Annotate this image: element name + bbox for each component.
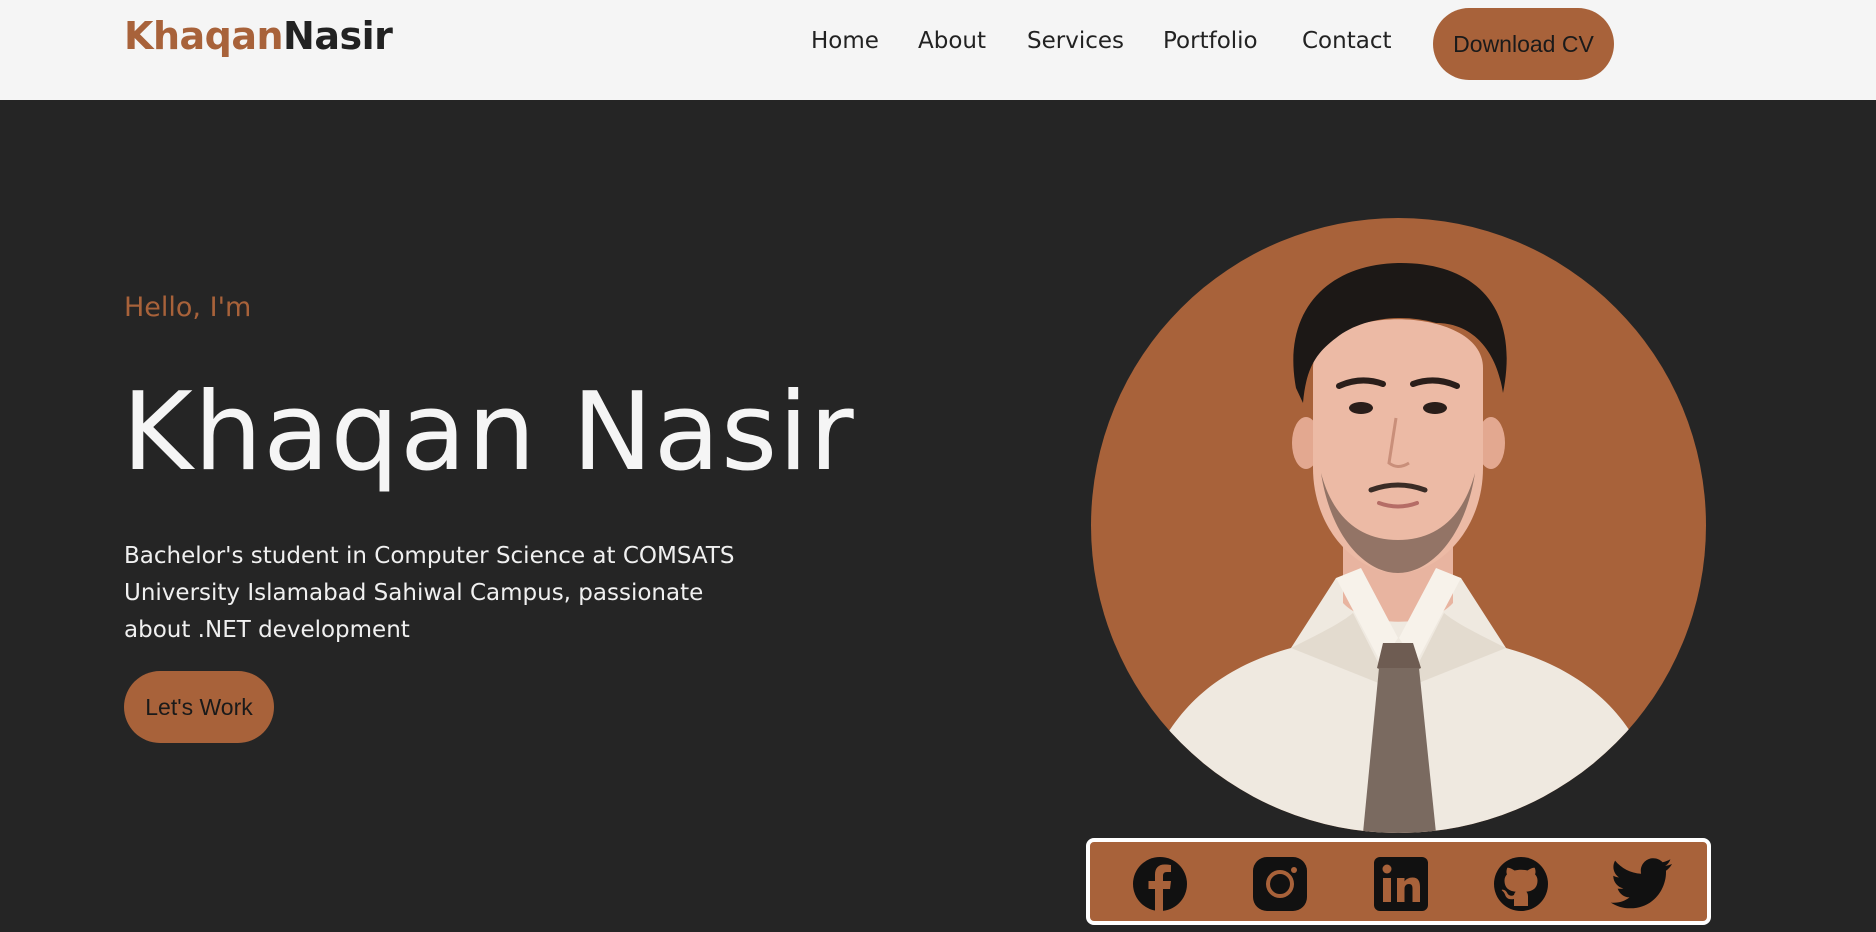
hero-description: Bachelor's student in Computer Science a… <box>124 543 735 643</box>
profile-illustration <box>1131 263 1666 833</box>
nav-home[interactable]: Home <box>811 28 879 54</box>
nav-services[interactable]: Services <box>1027 28 1124 54</box>
hero-name: Khaqan Nasir <box>122 370 855 495</box>
navbar: KhaqanNasir Home About Services Portfoli… <box>0 0 1876 100</box>
profile-photo <box>1091 218 1706 833</box>
lets-work-button[interactable]: Let's Work <box>124 671 274 743</box>
twitter-icon[interactable] <box>1610 856 1674 912</box>
logo[interactable]: KhaqanNasir <box>124 14 393 58</box>
social-bar <box>1086 838 1711 925</box>
nav-about[interactable]: About <box>918 28 986 54</box>
linkedin-icon[interactable] <box>1373 856 1429 912</box>
logo-part-1: Khaqan <box>124 14 284 58</box>
nav-contact[interactable]: Contact <box>1302 28 1391 54</box>
github-icon[interactable] <box>1493 856 1549 912</box>
nav-portfolio[interactable]: Portfolio <box>1163 28 1258 54</box>
download-cv-button[interactable]: Download CV <box>1433 8 1614 80</box>
facebook-icon[interactable] <box>1132 856 1188 912</box>
logo-part-2: Nasir <box>283 14 393 58</box>
instagram-icon[interactable] <box>1252 856 1308 912</box>
hero-greeting: Hello, I'm <box>124 292 252 323</box>
